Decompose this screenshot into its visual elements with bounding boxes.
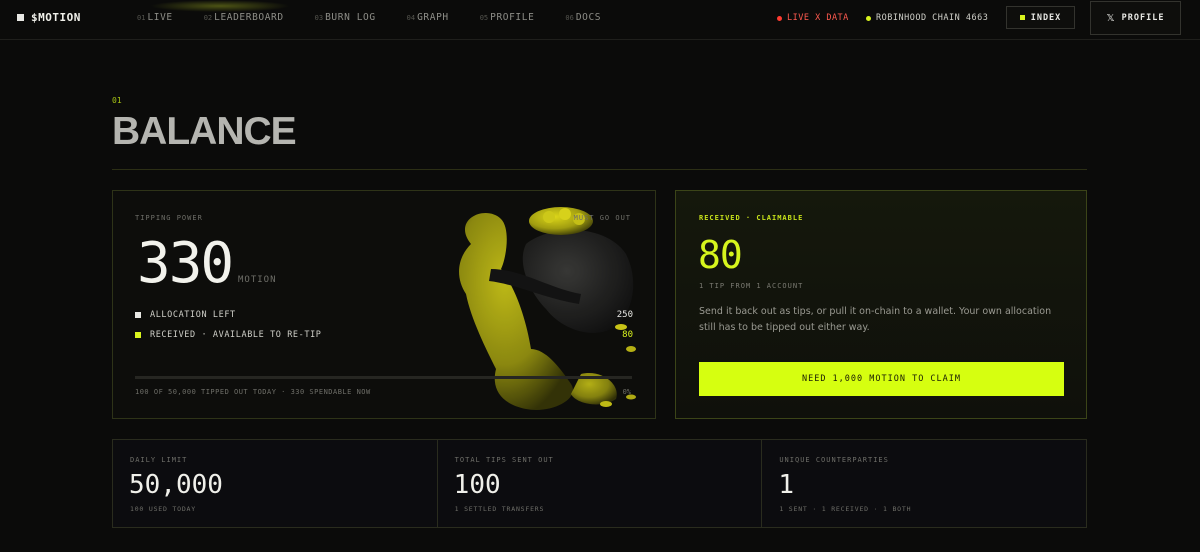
top-nav: $MOTION 01 LIVE 02 LEADERBOARD 03 BURN L… bbox=[0, 0, 1200, 40]
stat-daily-limit: DAILY LIMIT 50,000 100 USED TODAY bbox=[113, 440, 438, 527]
index-button[interactable]: INDEX bbox=[1006, 6, 1075, 29]
nav-link-burn-log[interactable]: 03 BURN LOG bbox=[315, 12, 376, 23]
stat-value: 50,000 bbox=[129, 470, 223, 500]
claimable-sub: 1 TIP FROM 1 ACCOUNT bbox=[699, 282, 804, 290]
nav-link-leaderboard[interactable]: 02 LEADERBOARD bbox=[204, 12, 284, 23]
nav-link-label: LEADERBOARD bbox=[214, 12, 284, 23]
allocation-left-value: 250 bbox=[616, 310, 633, 320]
tipping-power-label: TIPPING POWER bbox=[135, 214, 203, 222]
index-button-label: INDEX bbox=[1030, 12, 1062, 23]
progress-percent: 0% bbox=[622, 388, 631, 396]
nav-link-label: BURN LOG bbox=[325, 12, 376, 23]
x-profile-button[interactable]: 𝕏 PROFILE bbox=[1090, 1, 1181, 35]
received-retip-label: RECEIVED · AVAILABLE TO RE-TIP bbox=[150, 330, 322, 340]
allocation-left-label: ALLOCATION LEFT bbox=[150, 310, 236, 320]
allocation-left-row: ALLOCATION LEFT 250 bbox=[135, 310, 633, 320]
claimable-description: Send it back out as tips, or pull it on-… bbox=[699, 306, 1052, 333]
nav-link-number: 02 bbox=[203, 14, 213, 22]
chain-dot-icon bbox=[866, 15, 871, 21]
section-divider bbox=[112, 169, 1087, 170]
stat-sub: 100 USED TODAY bbox=[130, 505, 196, 513]
stat-total-tips: TOTAL TIPS SENT OUT 100 1 SETTLED TRANSF… bbox=[438, 440, 763, 527]
brand-name: $MOTION bbox=[31, 11, 81, 24]
stat-sub: 1 SENT · 1 RECEIVED · 1 BOTH bbox=[779, 505, 912, 513]
nav-link-number: 05 bbox=[479, 14, 489, 22]
nav-link-number: 01 bbox=[137, 14, 146, 22]
nav-link-live[interactable]: 01 LIVE bbox=[137, 12, 173, 23]
money-bag-character-illustration bbox=[459, 207, 636, 410]
claim-button[interactable]: NEED 1,000 MOTION TO CLAIM bbox=[699, 362, 1064, 396]
must-go-out-label: MUST GO OUT bbox=[573, 214, 631, 222]
allocation-square-icon bbox=[135, 312, 141, 318]
stats-strip: DAILY LIMIT 50,000 100 USED TODAY TOTAL … bbox=[112, 439, 1087, 528]
claimable-card: RECEIVED · CLAIMABLE 80 1 TIP FROM 1 ACC… bbox=[675, 190, 1087, 419]
received-square-icon bbox=[135, 332, 141, 338]
nav-link-label: DOCS bbox=[575, 12, 602, 23]
stat-label: TOTAL TIPS SENT OUT bbox=[454, 456, 554, 464]
live-data-indicator: LIVE X DATA bbox=[777, 13, 849, 23]
tipping-power-value: 330 bbox=[137, 231, 234, 296]
claim-button-label: NEED 1,000 MOTION TO CLAIM bbox=[801, 374, 962, 384]
tipping-power-unit: MOTION bbox=[238, 275, 277, 285]
progress-caption: 100 OF 50,000 TIPPED OUT TODAY · 330 SPE… bbox=[135, 388, 371, 396]
stat-sub: 1 SETTLED TRANSFERS bbox=[454, 505, 545, 513]
claimable-label: RECEIVED · CLAIMABLE bbox=[699, 214, 804, 222]
nav-link-label: GRAPH bbox=[417, 12, 449, 23]
nav-link-profile[interactable]: 05 PROFILE bbox=[480, 12, 535, 23]
nav-links: 01 LIVE 02 LEADERBOARD 03 BURN LOG 04 GR… bbox=[137, 12, 632, 23]
live-data-label: LIVE X DATA bbox=[787, 13, 849, 23]
received-retip-value: 80 bbox=[622, 330, 633, 340]
page-title: BALANCE bbox=[112, 110, 297, 153]
brand-mark-icon bbox=[17, 14, 24, 21]
chain-label: ROBINHOOD CHAIN 4663 bbox=[876, 13, 989, 23]
brand-logo[interactable]: $MOTION bbox=[17, 11, 81, 24]
index-square-icon bbox=[1019, 15, 1025, 20]
stat-unique-counterparties: UNIQUE COUNTERPARTIES 1 1 SENT · 1 RECEI… bbox=[762, 440, 1086, 527]
nav-link-label: PROFILE bbox=[490, 12, 535, 23]
nav-link-graph[interactable]: 04 GRAPH bbox=[407, 12, 449, 23]
nav-link-number: 06 bbox=[565, 14, 574, 22]
live-dot-icon bbox=[777, 15, 782, 21]
stat-value: 100 bbox=[453, 470, 501, 500]
chain-indicator: ROBINHOOD CHAIN 4663 bbox=[866, 13, 988, 23]
stat-value: 1 bbox=[778, 470, 794, 500]
section-number: 01 bbox=[112, 96, 122, 105]
daily-tip-progress-bar bbox=[135, 376, 632, 379]
nav-link-number: 03 bbox=[314, 14, 324, 22]
claimable-value: 80 bbox=[698, 233, 743, 277]
stat-label: UNIQUE COUNTERPARTIES bbox=[779, 456, 889, 464]
nav-link-docs[interactable]: 06 DOCS bbox=[565, 12, 601, 23]
profile-button-label: PROFILE bbox=[1121, 13, 1165, 23]
tipping-power-card: TIPPING POWER MUST GO OUT 330 MOTION ALL… bbox=[112, 190, 656, 419]
nav-link-label: LIVE bbox=[147, 12, 173, 23]
nav-link-number: 04 bbox=[406, 14, 416, 22]
received-retip-row: RECEIVED · AVAILABLE TO RE-TIP 80 bbox=[135, 330, 633, 340]
stat-label: DAILY LIMIT bbox=[130, 456, 188, 464]
x-logo-icon: 𝕏 bbox=[1106, 12, 1115, 24]
